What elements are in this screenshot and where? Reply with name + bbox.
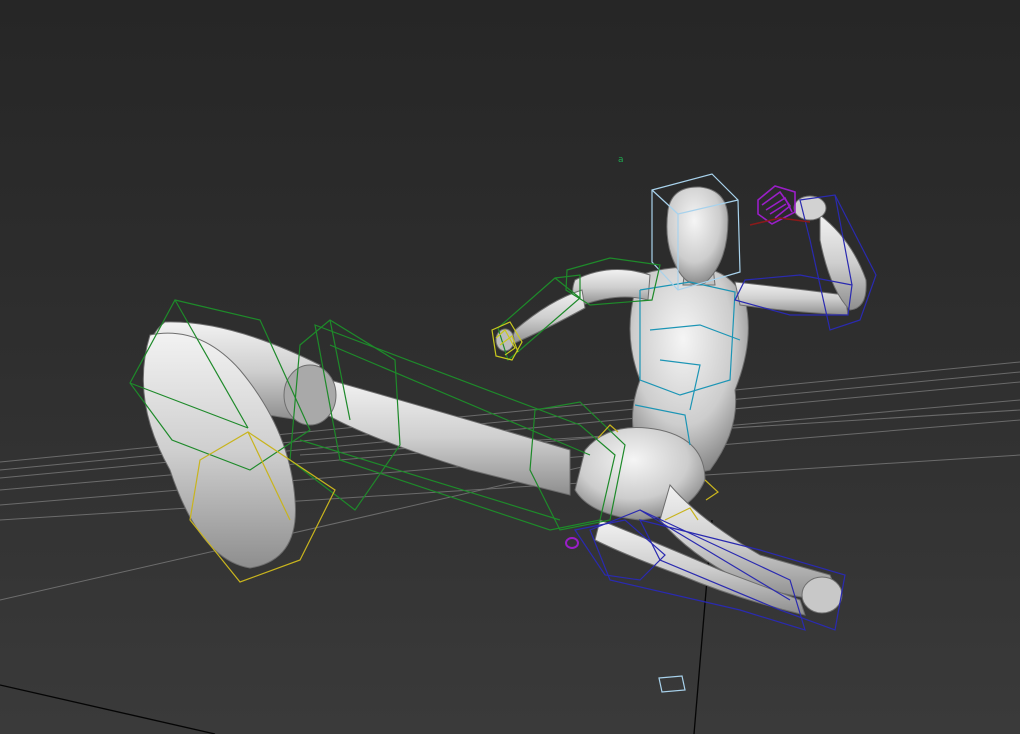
left-hand[interactable] bbox=[495, 328, 515, 352]
left-forearm[interactable] bbox=[509, 289, 586, 346]
mannequin-body[interactable] bbox=[142, 186, 867, 616]
right-upper-arm[interactable] bbox=[734, 281, 849, 316]
left-thigh[interactable] bbox=[304, 379, 571, 496]
dummy-helper[interactable] bbox=[658, 675, 686, 693]
scene-canvas[interactable] bbox=[0, 0, 1020, 734]
bone-marker-label: a bbox=[618, 155, 624, 165]
axis-line[interactable] bbox=[0, 684, 216, 734]
right-fist[interactable] bbox=[793, 195, 827, 221]
right-knee[interactable] bbox=[801, 576, 843, 614]
3d-viewport[interactable]: a bbox=[0, 0, 1020, 734]
pelvis-marker[interactable] bbox=[704, 479, 719, 501]
right-foot-marker[interactable] bbox=[565, 537, 579, 549]
world-axes[interactable] bbox=[0, 519, 713, 734]
